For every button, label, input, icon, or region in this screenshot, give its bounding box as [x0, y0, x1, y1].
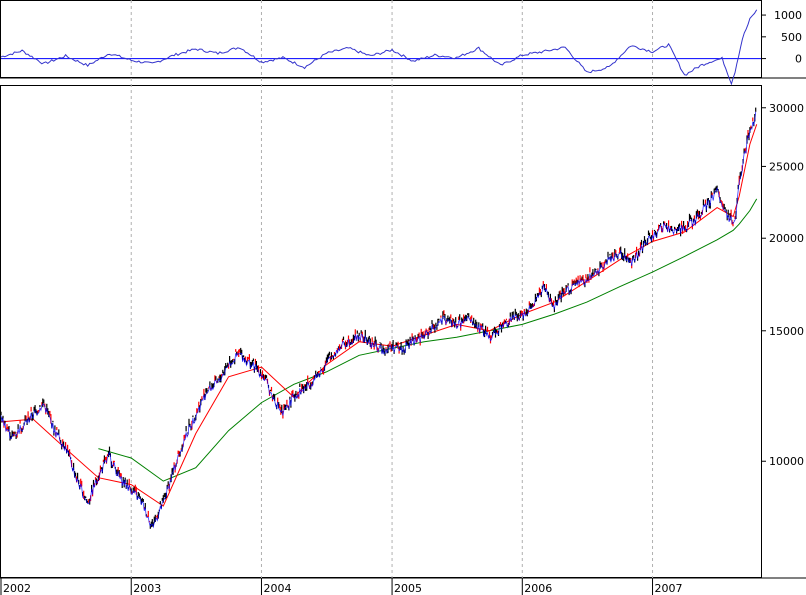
oscillator-y-axis: 1000 500 0 [761, 9, 802, 66]
oscillator-panel-frame [0, 0, 762, 78]
osc-y-tick-label: 0 [795, 53, 802, 66]
x-tick-label-2006: 2006 [524, 582, 552, 595]
moving-average-medium-line [0, 111, 757, 529]
stock-chart: 10005000 3000025000200001500010000 2002 2… [0, 0, 806, 595]
osc-y-tick-label: 500 [781, 31, 802, 44]
price-y-tick-label: 15000 [769, 325, 804, 338]
x-tick-label-2004: 2004 [263, 582, 291, 595]
date-x-axis: 2002 2003 2004 2005 2006 2007 [0, 578, 683, 595]
oscillator-panel [0, 9, 761, 86]
price-y-tick-label: 20000 [769, 232, 804, 245]
price-y-axis: 30000 25000 20000 15000 10000 [761, 102, 804, 468]
x-tick-label-2007: 2007 [655, 582, 683, 595]
x-tick-label-2002: 2002 [3, 582, 31, 595]
x-tick-label-2003: 2003 [133, 582, 161, 595]
oscillator-line [0, 9, 758, 86]
moving-average-short-line [0, 124, 758, 507]
moving-average-long-line [98, 198, 758, 482]
osc-y-tick-label: 1000 [774, 9, 802, 22]
price-y-tick-label: 10000 [769, 455, 804, 468]
x-tick-label-2005: 2005 [394, 582, 422, 595]
price-panel-frame [0, 85, 762, 578]
price-y-tick-label: 25000 [769, 160, 804, 173]
price-panel [0, 107, 758, 529]
price-bars [0, 107, 757, 529]
price-y-tick-label: 30000 [769, 102, 804, 115]
